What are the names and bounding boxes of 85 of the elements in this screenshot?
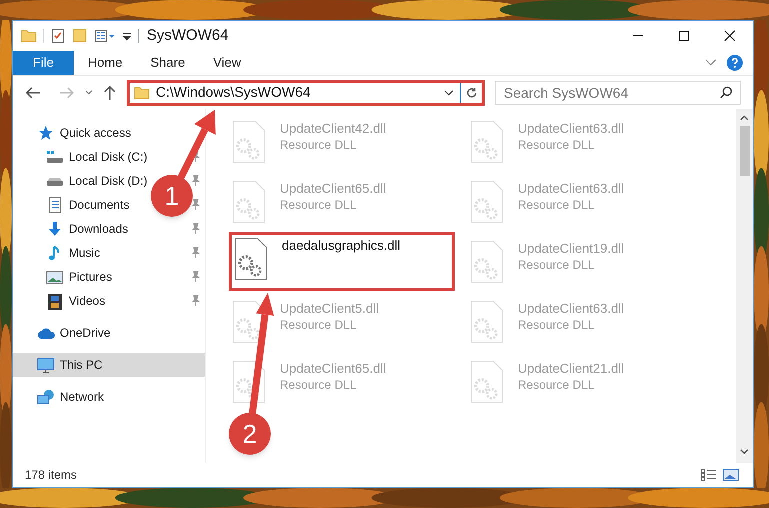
nav-item[interactable]: Network [13,385,106,409]
file-type: Resource DLL [518,257,596,274]
gear-file-icon [470,240,504,284]
ribbon-tab[interactable]: View [199,51,256,75]
gear-file-icon [234,237,268,281]
expand-ribbon-icon[interactable] [705,59,717,67]
nav-label: Local Disk (C:) [69,149,148,166]
file-type: Resource DLL [280,197,358,214]
nav-label: Network [60,389,104,406]
address-bar[interactable]: C:\Windows\SysWOW64 [127,80,485,106]
chevron-down-icon[interactable] [85,90,93,96]
scroll-down-icon[interactable] [740,449,749,455]
nav-label: Local Disk (D:) [69,173,148,190]
nav-item[interactable]: OneDrive [13,321,113,345]
gear-file-icon [232,180,266,224]
drive-icon [46,148,64,166]
window-title: SysWOW64 [147,26,229,46]
file-type: Resource DLL [280,317,358,334]
gear-file-icon [470,120,504,164]
nav-label: Quick access [60,125,132,142]
search-field[interactable]: Search SysWOW64 [495,80,741,104]
nav-item[interactable]: Quick access [13,121,134,145]
file-name: UpdateClient5.dll [280,300,380,317]
nav-item[interactable]: Pictures [13,265,114,289]
properties-icon[interactable] [94,28,116,44]
checklist-icon[interactable] [50,28,66,44]
scroll-up-icon[interactable] [740,115,749,121]
file-type: Resource DLL [518,137,596,154]
nav-label: Videos [69,293,106,310]
up-arrow-icon[interactable] [103,84,117,100]
nav-label: OneDrive [60,325,111,342]
item-count: 178 items [25,467,78,484]
film-icon [46,292,64,310]
ribbon-tab[interactable]: Share [136,51,200,75]
file-type: Resource DLL [280,137,358,154]
nav-label: This PC [60,357,103,374]
star-icon [37,124,55,142]
nav-item[interactable]: Local Disk (C:) [13,145,150,169]
maximize-icon [678,30,690,42]
network-icon [37,388,55,406]
nav-label: Music [69,245,100,262]
ribbon-tab[interactable]: Home [74,51,137,75]
scroll-thumb[interactable] [740,126,750,176]
file-name: UpdateClient63.dll [518,300,624,317]
gear-file-icon [470,300,504,344]
nav-item[interactable]: Music [13,241,102,265]
address-path: C:\Windows\SysWOW64 [156,83,311,102]
nav-label: Documents [69,197,130,214]
gear-file-icon [470,180,504,224]
nav-label: Downloads [69,221,128,238]
nav-item[interactable]: Downloads [13,217,130,241]
pointer-arrow [176,110,216,182]
file-name: UpdateClient19.dll [518,240,624,257]
search-icon[interactable] [720,86,733,98]
gear-file-icon [232,120,266,164]
file-item[interactable]: daedalusgraphics.dll [229,232,455,291]
scrollbar[interactable] [736,109,753,463]
gear-file-icon [470,360,504,404]
large-icons-view-icon[interactable] [723,468,739,482]
close-icon [724,30,736,42]
picture-icon [46,268,64,286]
nav-item[interactable]: Documents [13,193,132,217]
file-name: UpdateClient21.dll [518,360,624,377]
file-name: UpdateClient65.dll [280,180,386,197]
nav-item[interactable]: Videos [13,289,108,313]
ribbon-tab[interactable]: File [13,51,74,75]
download-arrow-icon [46,220,64,238]
nav-item[interactable]: This PC [13,353,205,377]
file-type: Resource DLL [518,377,596,394]
back-arrow-icon[interactable] [25,86,41,100]
file-type: Resource DLL [518,317,596,334]
file-name: UpdateClient42.dll [280,120,386,137]
nav-item[interactable]: Local Disk (D:) [13,169,150,193]
file-type: Resource DLL [518,197,596,214]
nav-label: Pictures [69,269,112,286]
file-name: UpdateClient65.dll [280,360,386,377]
details-view-icon[interactable] [701,468,717,482]
monitor-icon [37,356,55,374]
file-type: Resource DLL [280,377,358,394]
refresh-icon [466,86,478,98]
file-name: UpdateClient63.dll [518,180,624,197]
help-icon[interactable] [727,55,743,71]
chevron-down-icon [444,90,454,96]
file-name: UpdateClient63.dll [518,120,624,137]
file-name: daedalusgraphics.dll [282,237,401,254]
